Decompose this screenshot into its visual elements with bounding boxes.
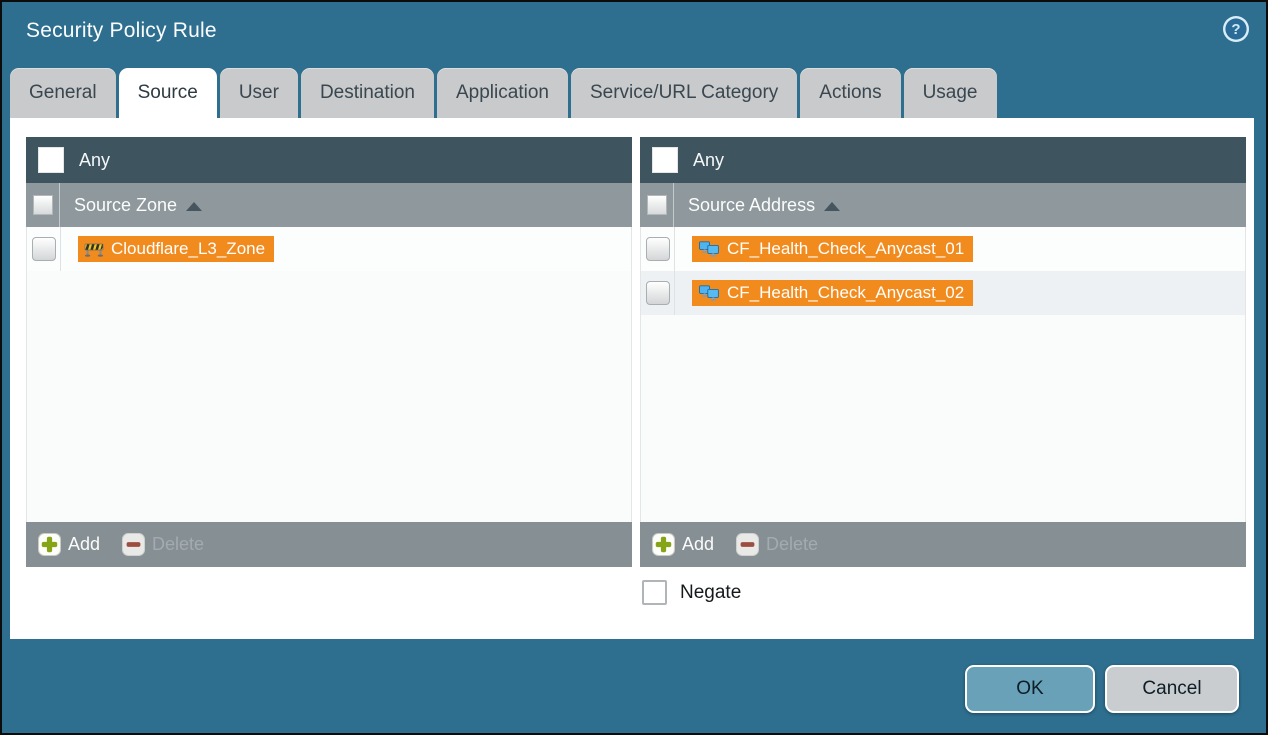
row-checkbox[interactable]: [646, 281, 670, 305]
row-checkbox[interactable]: [646, 237, 670, 261]
negate-checkbox[interactable]: [642, 580, 667, 605]
sort-ascending-icon[interactable]: [186, 202, 202, 211]
negate-row: Negate: [642, 580, 741, 605]
ok-button[interactable]: OK: [965, 665, 1095, 713]
add-label: Add: [68, 534, 100, 555]
tab-general[interactable]: General: [10, 68, 116, 118]
address-chip[interactable]: CF_Health_Check_Anycast_02: [692, 280, 973, 306]
table-row[interactable]: CF_Health_Check_Anycast_02: [641, 271, 1245, 315]
source-address-rows: CF_Health_Check_Anycast_01: [640, 227, 1246, 522]
sort-ascending-icon[interactable]: [824, 202, 840, 211]
tab-bar: General Source User Destination Applicat…: [10, 66, 997, 118]
source-zone-select-all-checkbox[interactable]: [33, 195, 53, 215]
tab-service-url-category[interactable]: Service/URL Category: [571, 68, 797, 118]
delete-label: Delete: [152, 534, 204, 555]
tab-destination[interactable]: Destination: [301, 68, 434, 118]
address-name: CF_Health_Check_Anycast_01: [727, 239, 964, 259]
cancel-button[interactable]: Cancel: [1105, 665, 1239, 713]
zone-chip[interactable]: Cloudflare_L3_Zone: [78, 236, 274, 262]
table-row[interactable]: Cloudflare_L3_Zone: [27, 227, 631, 271]
source-address-any-header: Any: [640, 137, 1246, 183]
delete-icon: [122, 533, 145, 556]
address-name: CF_Health_Check_Anycast_02: [727, 283, 964, 303]
source-zone-column-title[interactable]: Source Zone: [74, 195, 177, 216]
row-checkbox[interactable]: [32, 237, 56, 261]
tab-application[interactable]: Application: [437, 68, 568, 118]
zone-name: Cloudflare_L3_Zone: [111, 239, 265, 259]
negate-label: Negate: [680, 582, 741, 604]
dialog-title: Security Policy Rule: [26, 19, 217, 43]
source-zone-any-header: Any: [26, 137, 632, 183]
help-icon[interactable]: ?: [1222, 15, 1250, 43]
tab-source[interactable]: Source: [119, 68, 217, 118]
source-zone-panel: Any Source Zone: [26, 137, 632, 567]
source-address-panel: Any Source Address: [640, 137, 1246, 567]
address-icon: [698, 285, 720, 301]
tab-actions[interactable]: Actions: [800, 68, 900, 118]
delete-address-button[interactable]: Delete: [736, 533, 818, 556]
address-chip[interactable]: CF_Health_Check_Anycast_01: [692, 236, 973, 262]
security-policy-rule-dialog: Security Policy Rule ? General Source Us…: [0, 0, 1268, 735]
table-row[interactable]: CF_Health_Check_Anycast_01: [641, 227, 1245, 271]
zone-icon: [84, 242, 104, 257]
source-tab-content: Any Source Zone: [10, 118, 1254, 639]
tab-user[interactable]: User: [220, 68, 298, 118]
tab-usage[interactable]: Usage: [904, 68, 997, 118]
source-address-footer: Add Delete: [640, 522, 1246, 567]
source-address-any-label: Any: [693, 150, 724, 171]
source-zone-any-label: Any: [79, 150, 110, 171]
add-address-button[interactable]: Add: [652, 533, 714, 556]
add-zone-button[interactable]: Add: [38, 533, 100, 556]
source-address-any-checkbox[interactable]: [652, 147, 678, 173]
delete-label: Delete: [766, 534, 818, 555]
add-icon: [38, 533, 61, 556]
svg-text:?: ?: [1231, 21, 1240, 38]
source-address-select-all-checkbox[interactable]: [647, 195, 667, 215]
source-address-column-title[interactable]: Source Address: [688, 195, 815, 216]
add-icon: [652, 533, 675, 556]
address-icon: [698, 241, 720, 257]
add-label: Add: [682, 534, 714, 555]
source-zone-column-header: Source Zone: [26, 183, 632, 227]
source-address-column-header: Source Address: [640, 183, 1246, 227]
delete-icon: [736, 533, 759, 556]
title-bar: Security Policy Rule ?: [2, 2, 1266, 64]
source-zone-footer: Add Delete: [26, 522, 632, 567]
delete-zone-button[interactable]: Delete: [122, 533, 204, 556]
source-zone-rows: Cloudflare_L3_Zone: [26, 227, 632, 522]
source-zone-any-checkbox[interactable]: [38, 147, 64, 173]
